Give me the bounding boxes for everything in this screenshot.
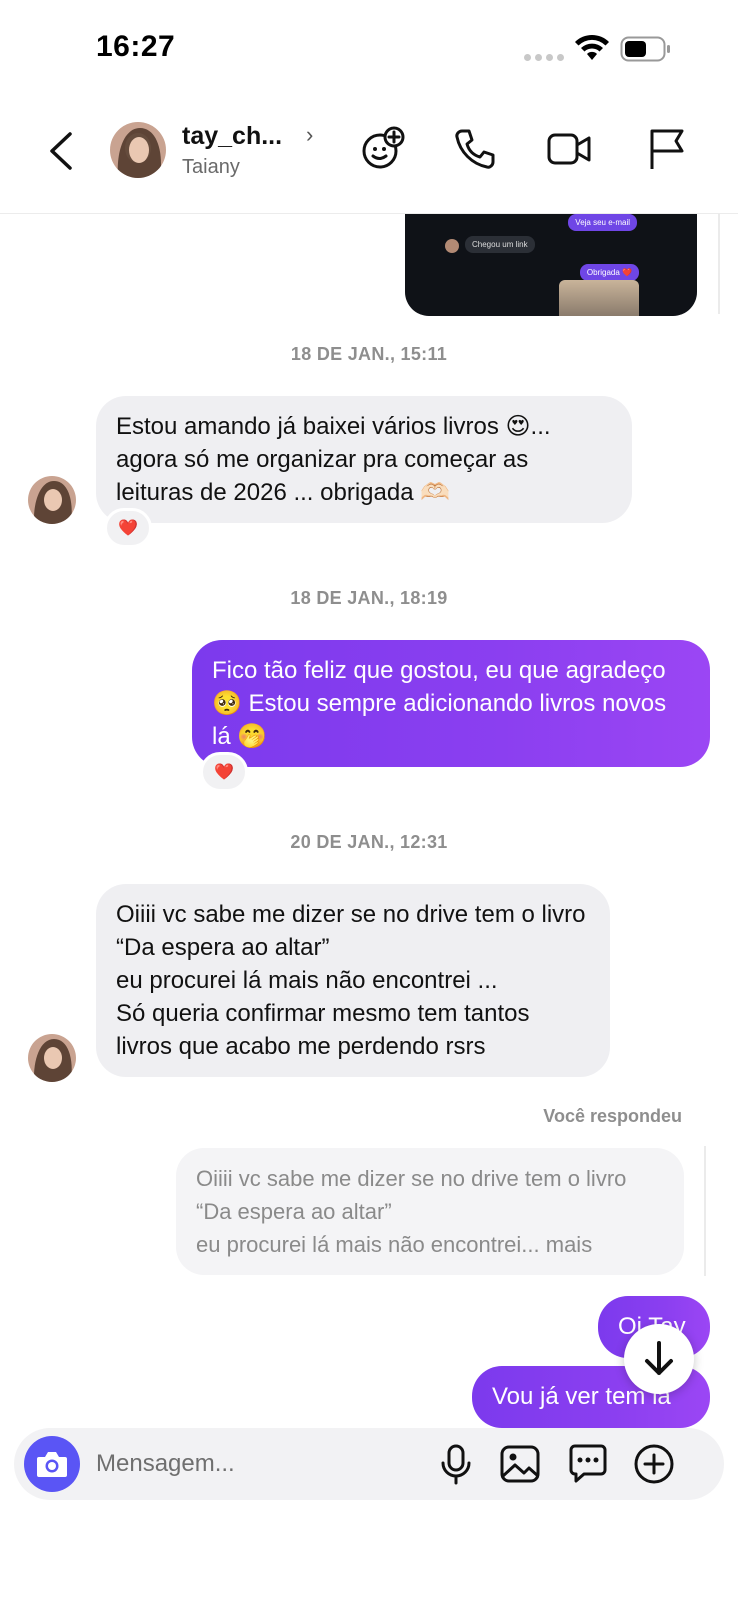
replied-label: Você respondeu	[543, 1106, 682, 1126]
quote-line: Oiiii vc sabe me dizer se no drive tem o…	[196, 1166, 627, 1224]
video-camera-icon[interactable]	[546, 126, 592, 172]
message-line: Oiiii vc sabe me dizer se no drive tem o…	[116, 901, 586, 961]
message-line: eu procurei lá mais não encontrei ...	[116, 967, 498, 994]
chevron-right-icon[interactable]: ›	[306, 122, 313, 148]
heart-reaction[interactable]: ❤️	[104, 508, 152, 548]
contact-username[interactable]: tay_ch...	[182, 122, 282, 151]
message-composer	[14, 1428, 724, 1500]
microphone-icon[interactable]	[434, 1442, 478, 1486]
battery-icon	[620, 36, 670, 62]
scroll-indicator	[718, 214, 720, 314]
image-icon[interactable]	[498, 1442, 542, 1486]
plus-circle-icon[interactable]	[632, 1442, 676, 1486]
message-input[interactable]	[96, 1446, 426, 1482]
timestamp: 18 DE JAN., 18:19	[290, 588, 448, 608]
timestamp: 18 DE JAN., 15:11	[290, 344, 448, 364]
flag-icon[interactable]	[644, 126, 690, 172]
timestamp: 20 DE JAN., 12:31	[290, 832, 448, 852]
preview-avatar	[445, 239, 459, 253]
camera-button[interactable]	[24, 1436, 80, 1492]
arrow-down-icon	[645, 1341, 673, 1375]
signal-icon	[524, 54, 564, 61]
status-time: 16:27	[96, 30, 176, 63]
chat-header: tay_ch... › Taiany	[0, 100, 738, 214]
face-plus-icon[interactable]	[360, 126, 406, 172]
preview-email-bubble: Veja seu e-mail	[568, 214, 637, 231]
camera-icon	[37, 1452, 67, 1477]
heart-reaction[interactable]: ❤️	[200, 752, 248, 792]
preview-photo	[559, 280, 639, 316]
contact-display-name[interactable]: Taiany	[182, 156, 240, 179]
status-bar: 16:27	[0, 0, 738, 100]
avatar[interactable]	[28, 476, 76, 524]
avatar[interactable]	[110, 122, 166, 178]
wifi-icon	[575, 34, 609, 60]
outgoing-message[interactable]: Fico tão feliz que gostou, eu que agrade…	[192, 640, 710, 767]
back-icon[interactable]	[44, 128, 80, 174]
scroll-to-bottom-button[interactable]	[624, 1324, 694, 1394]
phone-icon[interactable]	[452, 126, 498, 172]
incoming-message[interactable]: Estou amando já baixei vários livros 😍..…	[96, 396, 632, 523]
reply-bar	[704, 1146, 706, 1276]
preview-thanks-bubble: Obrigada ❤️	[579, 264, 639, 281]
quoted-message[interactable]: Oiiii vc sabe me dizer se no drive tem o…	[176, 1148, 684, 1275]
preview-link-bubble: Chegou um link	[465, 236, 535, 253]
shared-image[interactable]: Veja seu e-mail Chegou um link Obrigada …	[405, 214, 697, 316]
incoming-message[interactable]: Oiiii vc sabe me dizer se no drive tem o…	[96, 884, 610, 1077]
avatar[interactable]	[28, 1034, 76, 1082]
message-line: Só queria confirmar mesmo tem tantos liv…	[116, 1000, 530, 1060]
sticker-icon[interactable]	[566, 1442, 610, 1486]
quote-line: eu procurei lá mais não encontrei... mai…	[196, 1232, 593, 1257]
